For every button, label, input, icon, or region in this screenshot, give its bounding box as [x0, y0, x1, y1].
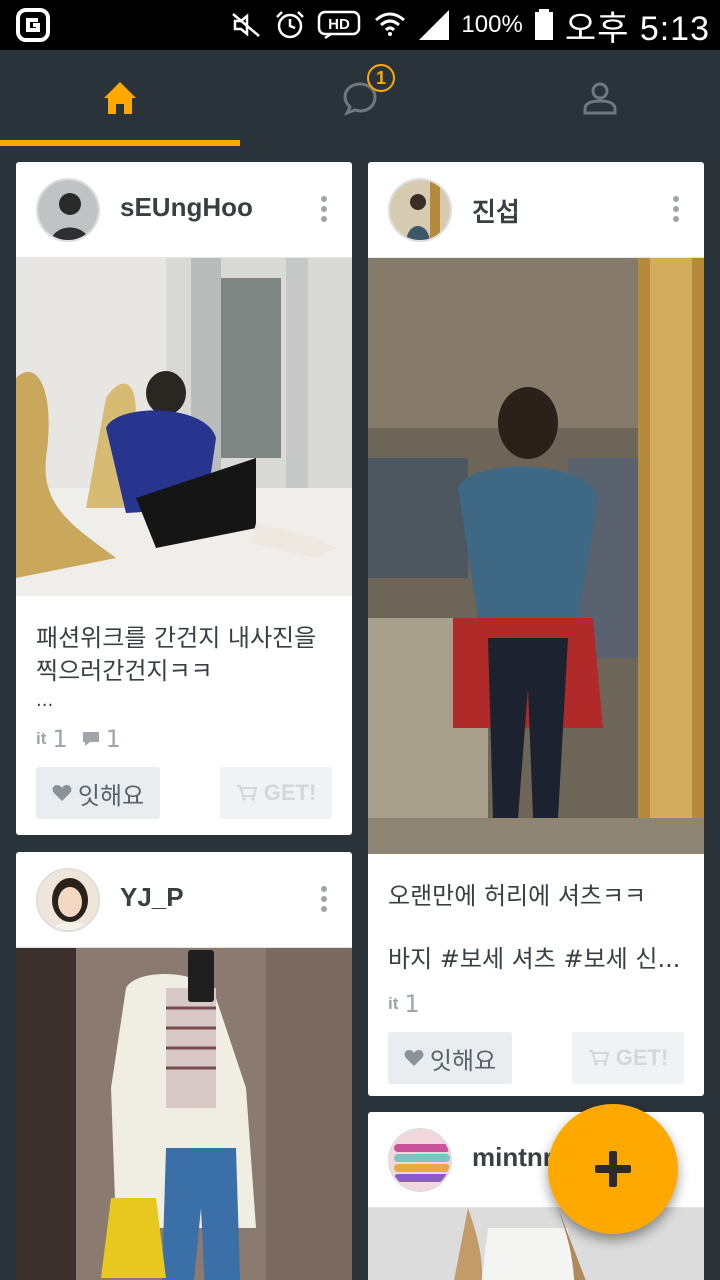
username[interactable]: YJ_P	[120, 882, 184, 913]
post-stats: it 1	[368, 976, 704, 1018]
caption-line: 찍으러간건지ㅋㅋ	[36, 657, 213, 685]
post-card[interactable]: YJ_P	[16, 852, 352, 1280]
battery-percentage: 100%	[461, 11, 523, 38]
status-bar: HD 100% 오후 5:13	[0, 0, 720, 50]
comment-count-value: 1	[105, 725, 121, 753]
top-navigation: 1	[0, 50, 720, 146]
home-icon	[104, 82, 136, 114]
battery-icon	[534, 9, 553, 40]
it-icon: it	[36, 729, 47, 748]
like-button[interactable]: 잇해요	[388, 1032, 512, 1084]
create-post-button[interactable]	[548, 1104, 678, 1234]
get-button[interactable]: GET!	[572, 1032, 684, 1084]
alarm-icon	[276, 11, 305, 39]
mute-icon	[232, 13, 261, 37]
post-stats: it 1 1	[16, 711, 352, 753]
post-actions: 잇해요 GET!	[368, 1032, 704, 1096]
it-icon: it	[388, 994, 399, 1013]
username[interactable]: sEUngHoo	[120, 192, 253, 223]
caption-line: 패션위크를 간건지 내사진을	[36, 624, 317, 652]
tab-profile[interactable]	[480, 50, 720, 146]
post-photo[interactable]	[368, 258, 704, 854]
clock: 오후 5:13	[564, 9, 710, 48]
cart-icon	[588, 1050, 609, 1066]
avatar[interactable]	[36, 178, 100, 242]
avatar[interactable]	[388, 1128, 452, 1192]
post-photo[interactable]	[16, 258, 352, 596]
post-header: sEUngHoo	[16, 162, 352, 258]
post-header: 진섭	[368, 162, 704, 258]
username[interactable]: 진섭	[472, 192, 520, 229]
more-options-icon[interactable]	[320, 196, 328, 224]
like-button[interactable]: 잇해요	[36, 767, 160, 819]
post-actions: 잇해요 GET!	[16, 767, 352, 835]
get-button[interactable]: GET!	[220, 767, 332, 819]
it-count: it 1	[388, 990, 420, 1018]
heart-icon	[52, 785, 72, 801]
post-card[interactable]: 진섭 오랜만에 허리에 셔츠ㅋㅋ 바지 #보세 셔츠 #보세 신... it 1…	[368, 162, 704, 1096]
post-caption: 패션위크를 간건지 내사진을 찍으러간건지ㅋㅋ	[16, 596, 352, 688]
post-header: YJ_P	[16, 852, 352, 948]
post-card[interactable]: sEUngHoo 패션위크를 간건지 내사진을 찍으러간건지ㅋㅋ ... it …	[16, 162, 352, 835]
more-options-icon[interactable]	[672, 196, 680, 224]
heart-icon	[404, 1050, 424, 1066]
avatar[interactable]	[36, 868, 100, 932]
caption-ellipsis: ...	[36, 690, 54, 711]
comment-icon	[82, 732, 99, 746]
signal-icon	[419, 10, 450, 40]
plus-icon	[595, 1151, 631, 1187]
get-label: GET!	[263, 780, 317, 805]
comment-count: 1	[82, 725, 121, 753]
post-caption: 오랜만에 허리에 셔츠ㅋㅋ 바지 #보세 셔츠 #보세 신...	[368, 854, 704, 976]
like-label: 잇해요	[429, 1046, 497, 1075]
chat-badge: 1	[367, 64, 395, 92]
tab-chat[interactable]: 1	[240, 50, 480, 146]
username[interactable]: mintnr	[472, 1142, 553, 1173]
like-label: 잇해요	[77, 781, 145, 810]
cart-icon	[236, 785, 257, 801]
avatar[interactable]	[388, 178, 452, 242]
more-options-icon[interactable]	[320, 886, 328, 914]
app-logo-icon	[16, 8, 50, 42]
it-count-value: 1	[52, 725, 68, 753]
post-photo[interactable]	[16, 948, 352, 1280]
profile-icon	[583, 82, 617, 115]
it-count: it 1	[36, 725, 68, 753]
svg-text:HD: HD	[329, 16, 351, 33]
wifi-icon	[375, 12, 406, 36]
get-label: GET!	[615, 1045, 669, 1070]
tab-home[interactable]	[0, 50, 240, 146]
it-count-value: 1	[404, 990, 420, 1018]
hd-voice-icon: HD	[318, 10, 361, 40]
caption-line: 바지 #보세 셔츠 #보세 신...	[388, 945, 681, 973]
caption-line: 오랜만에 허리에 셔츠ㅋㅋ	[388, 882, 647, 910]
